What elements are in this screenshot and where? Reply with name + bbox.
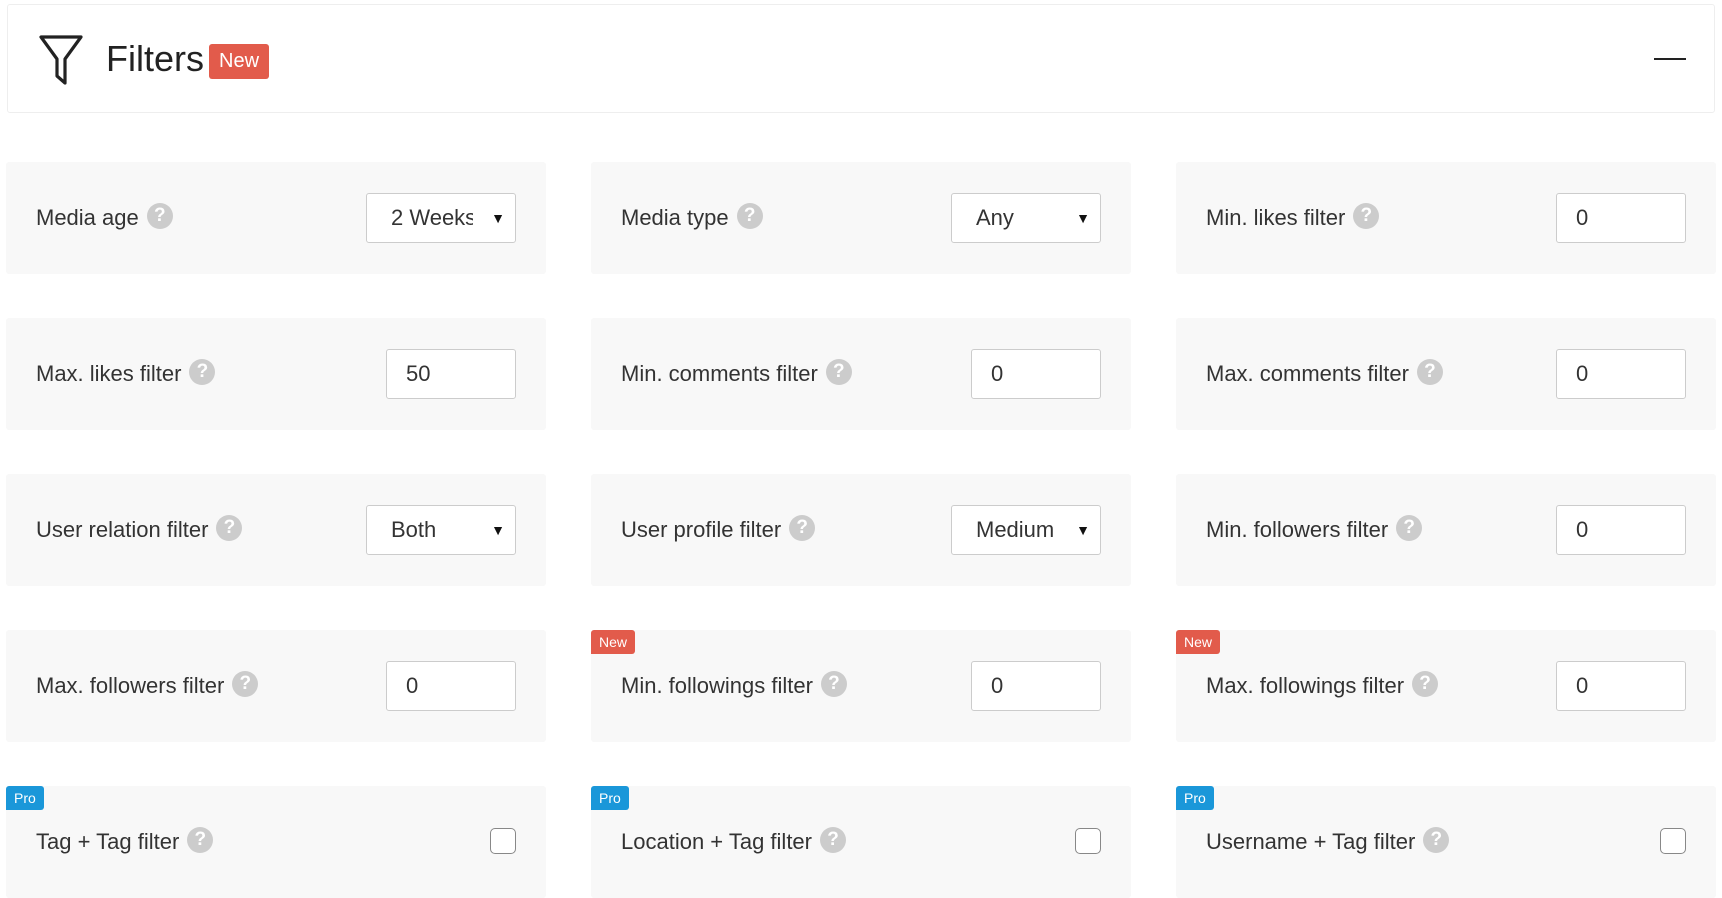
help-icon[interactable]: ?: [189, 359, 216, 385]
filter-card-media-type: Media type ? Any ▼: [591, 162, 1131, 274]
filter-label: Max. followings filter: [1206, 673, 1405, 698]
filter-label: Media age: [36, 205, 139, 230]
filter-card-media-age: Media age ? 2 Weeks ▼: [6, 162, 546, 274]
new-badge: New: [209, 44, 270, 79]
help-icon[interactable]: ?: [820, 671, 847, 697]
tag-tag-checkbox[interactable]: [490, 828, 516, 854]
max-comments-input[interactable]: 0: [1556, 349, 1686, 399]
help-icon[interactable]: ?: [1396, 515, 1423, 541]
filter-label: Max. comments filter: [1206, 361, 1409, 386]
filter-label: Media type: [621, 205, 729, 230]
filter-card-min-followings: New Min. followings filter ? 0: [591, 630, 1131, 742]
max-followers-input[interactable]: 0: [386, 661, 516, 711]
filters-panel-header: Filters New: [7, 4, 1715, 113]
help-icon[interactable]: ?: [1416, 359, 1443, 385]
media-age-select[interactable]: 2 Weeks ▼: [366, 193, 516, 243]
help-icon[interactable]: ?: [146, 203, 173, 229]
filter-card-max-comments: Max. comments filter ? 0: [1176, 318, 1716, 430]
filter-card-min-comments: Min. comments filter ? 0: [591, 318, 1131, 430]
help-icon[interactable]: ?: [1412, 671, 1439, 697]
filter-card-max-followers: Max. followers filter ? 0: [6, 630, 546, 742]
help-icon[interactable]: ?: [216, 515, 243, 541]
max-likes-input[interactable]: 50: [386, 349, 516, 399]
filter-label: User relation filter: [36, 517, 209, 542]
filter-card-username-tag: Pro Username + Tag filter ?: [1176, 786, 1716, 898]
min-followings-input[interactable]: 0: [971, 661, 1101, 711]
max-followings-input[interactable]: 0: [1556, 661, 1686, 711]
filter-label: Max. followers filter: [36, 673, 225, 698]
filter-label: Min. followers filter: [1206, 517, 1389, 542]
filter-label: User profile filter: [621, 517, 782, 542]
help-icon[interactable]: ?: [736, 203, 763, 229]
help-icon[interactable]: ?: [1423, 827, 1450, 853]
filter-card-user-profile: User profile filter ? Medium ▼: [591, 474, 1131, 586]
help-icon[interactable]: ?: [1353, 203, 1380, 229]
location-tag-checkbox[interactable]: [1075, 828, 1101, 854]
help-icon[interactable]: ?: [820, 827, 846, 853]
filter-card-user-relation: User relation filter ? Both ▼: [6, 474, 546, 586]
user-profile-select[interactable]: Medium ▼: [951, 505, 1101, 555]
help-icon[interactable]: ?: [232, 671, 259, 697]
min-comments-input[interactable]: 0: [971, 349, 1101, 399]
filter-label: Max. likes filter: [36, 361, 182, 386]
media-type-select[interactable]: Any ▼: [951, 193, 1101, 243]
caret-down-icon: ▼: [1076, 522, 1090, 538]
filter-card-max-followings: New Max. followings filter ? 0: [1176, 630, 1716, 742]
filter-card-location-tag: Pro Location + Tag filter ?: [591, 786, 1131, 898]
filter-label: Min. followings filter: [621, 673, 813, 698]
funnel-icon: [39, 35, 83, 85]
filter-label: Location + Tag filter: [621, 829, 812, 854]
username-tag-checkbox[interactable]: [1660, 828, 1686, 854]
help-icon[interactable]: ?: [789, 515, 816, 541]
filter-card-min-likes: Min. likes filter ? 0: [1176, 162, 1716, 274]
filter-label: Min. likes filter: [1206, 205, 1346, 230]
filter-card-min-followers: Min. followers filter ? 0: [1176, 474, 1716, 586]
help-icon[interactable]: ?: [187, 827, 214, 853]
user-relation-select[interactable]: Both ▼: [366, 505, 516, 555]
minus-icon[interactable]: [1650, 49, 1690, 69]
caret-down-icon: ▼: [491, 522, 505, 538]
caret-down-icon: ▼: [1076, 210, 1090, 226]
filter-label: Username + Tag filter: [1206, 829, 1416, 854]
help-icon[interactable]: ?: [825, 359, 852, 385]
filter-label: Min. comments filter: [621, 361, 818, 386]
caret-down-icon: ▼: [491, 210, 505, 226]
filter-card-max-likes: Max. likes filter ? 50: [6, 318, 546, 430]
min-likes-input[interactable]: 0: [1556, 193, 1686, 243]
filter-label: Tag + Tag filter: [36, 829, 180, 854]
panel-title: Filters: [106, 38, 204, 79]
min-followers-input[interactable]: 0: [1556, 505, 1686, 555]
filter-card-tag-tag: Pro Tag + Tag filter ?: [6, 786, 546, 898]
